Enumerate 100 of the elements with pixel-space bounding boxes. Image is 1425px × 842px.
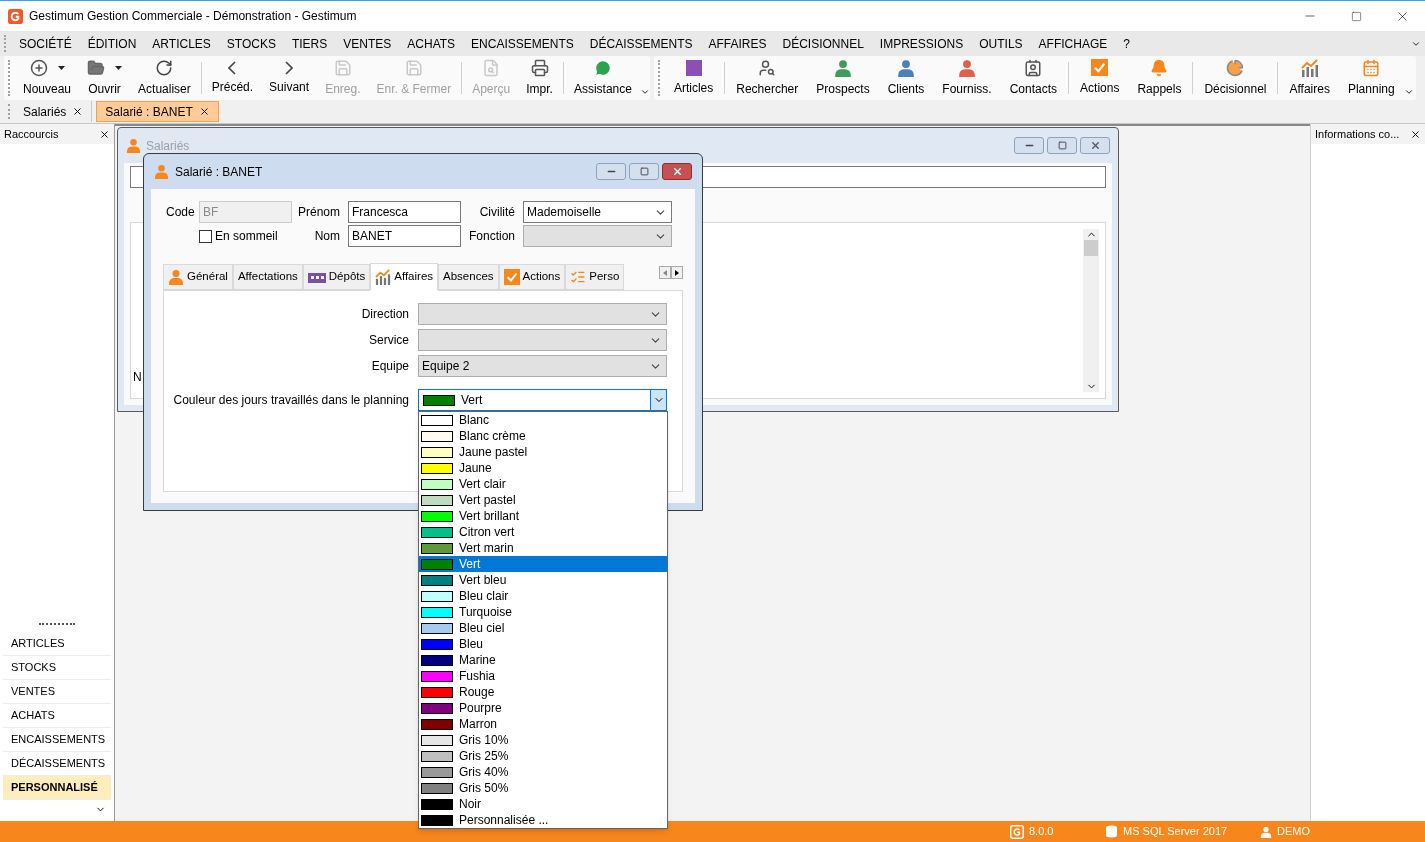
dropdown-field[interactable] — [418, 329, 667, 351]
menu-item[interactable]: IMPRESSIONS — [871, 34, 972, 53]
shortcut-item[interactable]: PERSONNALISÉ — [3, 776, 111, 800]
menu-item[interactable]: DÉCAISSEMENTS — [581, 34, 701, 53]
menu-item[interactable]: OUTILS — [971, 34, 1031, 53]
color-option[interactable]: Noir — [419, 796, 667, 812]
menu-item[interactable]: ACHATS — [399, 34, 464, 53]
toolbar-button[interactable]: Nouveau — [15, 56, 80, 100]
toolbar-button[interactable]: Rappels — [1128, 56, 1191, 100]
color-option[interactable]: Gris 40% — [419, 764, 667, 780]
form-tab[interactable]: Général — [163, 264, 233, 290]
close-button[interactable] — [1080, 137, 1110, 154]
scroll-right-button[interactable] — [671, 266, 683, 279]
color-option[interactable]: Personnalisée ... — [419, 812, 667, 828]
form-tab[interactable]: Affaires — [370, 263, 439, 291]
title-select[interactable]: Mademoiselle — [523, 201, 672, 223]
color-option[interactable]: Bleu — [419, 636, 667, 652]
color-option[interactable]: Vert — [419, 556, 667, 572]
toolbar-button[interactable]: Articles — [664, 56, 723, 100]
color-option[interactable]: Bleu clair — [419, 588, 667, 604]
form-tab[interactable]: Absences — [438, 264, 499, 290]
minimize-button[interactable] — [1014, 137, 1044, 154]
panel-title: Informations co... — [1315, 126, 1400, 142]
grip-icon — [8, 60, 11, 96]
minimize-button[interactable] — [596, 163, 626, 180]
menu-item[interactable]: VENTES — [335, 34, 400, 53]
toolbar-button[interactable]: Précéd. — [203, 56, 262, 100]
color-option[interactable]: Gris 50% — [419, 780, 667, 796]
color-option[interactable]: Citron vert — [419, 524, 667, 540]
toolbar-button[interactable]: Actions — [1071, 56, 1129, 100]
form-tab[interactable]: Actions — [498, 264, 566, 290]
color-select[interactable]: Vert — [418, 389, 667, 411]
dormant-checkbox[interactable]: En sommeil — [199, 227, 292, 245]
form-tab[interactable]: Perso — [565, 264, 625, 290]
status-text: 8.0.0 — [1029, 824, 1054, 840]
color-option[interactable]: Gris 10% — [419, 732, 667, 748]
toolbar-button[interactable]: Ouvrir — [79, 56, 131, 100]
toolbar-button[interactable]: Affaires — [1280, 56, 1339, 100]
color-option[interactable]: Fushia — [419, 668, 667, 684]
scrollbar-thumb[interactable] — [1084, 240, 1098, 256]
color-option[interactable]: Gris 25% — [419, 748, 667, 764]
menu-item[interactable]: STOCKS — [218, 34, 284, 53]
close-icon[interactable] — [99, 128, 110, 140]
restore-button[interactable] — [629, 163, 659, 180]
menu-item[interactable]: ARTICLES — [144, 34, 219, 53]
form-tab[interactable]: Affectations — [232, 264, 303, 290]
close-icon[interactable] — [1410, 128, 1421, 140]
field-label: Civilité — [478, 204, 515, 221]
restore-button[interactable] — [1047, 137, 1077, 154]
color-option[interactable]: Rouge — [419, 684, 667, 700]
field-label: Nom — [313, 228, 340, 245]
close-icon[interactable] — [72, 106, 84, 117]
person-icon — [154, 164, 169, 179]
toolbar-button[interactable]: Suivant — [261, 56, 318, 100]
document-tab[interactable]: Salariés — [15, 101, 93, 122]
color-option[interactable]: Pourpre — [419, 700, 667, 716]
color-option[interactable]: Vert clair — [419, 476, 667, 492]
color-option[interactable]: Jaune pastel — [419, 444, 667, 460]
toolbar-button[interactable]: Fourniss. — [933, 56, 1001, 100]
color-option[interactable]: Blanc crème — [419, 428, 667, 444]
color-option[interactable]: Turquoise — [419, 604, 667, 620]
toolbar-button[interactable]: Impr. — [518, 56, 561, 100]
color-option[interactable]: Blanc — [419, 412, 667, 428]
toolbar-button[interactable]: Décisionnel — [1195, 56, 1276, 100]
overflow-icon[interactable] — [1403, 87, 1414, 97]
close-icon[interactable] — [198, 106, 210, 117]
color-option[interactable]: Vert marin — [419, 540, 667, 556]
color-option[interactable]: Jaune — [419, 460, 667, 476]
color-option[interactable]: Marron — [419, 716, 667, 732]
toolbar-button[interactable]: Prospects — [807, 56, 879, 100]
menu-item[interactable]: ? — [1115, 34, 1138, 53]
scrollbar[interactable] — [1083, 229, 1099, 392]
menu-item[interactable]: AFFICHAGE — [1030, 34, 1116, 53]
color-option[interactable]: Bleu ciel — [419, 620, 667, 636]
toolbar-button[interactable]: Actualiser — [130, 56, 199, 100]
color-option[interactable]: Marine — [419, 652, 667, 668]
last-name-field[interactable]: BANET — [348, 225, 461, 247]
toolbar-button[interactable]: Clients — [878, 56, 934, 100]
dropdown-field[interactable]: Equipe 2 — [418, 355, 667, 377]
toolbar-button[interactable]: Assistance — [565, 56, 640, 100]
close-button[interactable] — [662, 163, 692, 180]
toolbar-button[interactable]: Contacts — [1000, 56, 1067, 100]
menu-item[interactable]: AFFAIRES — [700, 34, 775, 53]
overflow-icon[interactable] — [639, 87, 650, 97]
menu-item[interactable]: ÉDITION — [79, 34, 145, 53]
dropdown-field[interactable] — [418, 303, 667, 325]
color-option[interactable]: Vert bleu — [419, 572, 667, 588]
toolbar-button[interactable]: Planning — [1338, 56, 1404, 100]
toolbar-button[interactable]: Rechercher — [727, 56, 808, 100]
color-option[interactable]: Vert pastel — [419, 492, 667, 508]
form-tab[interactable]: Dépôts — [302, 264, 371, 290]
color-option[interactable]: Vert brillant — [419, 508, 667, 524]
square-icon — [685, 59, 702, 76]
document-tab[interactable]: Salarié : BANET — [96, 101, 219, 122]
menu-item[interactable]: ENCAISSEMENTS — [463, 34, 582, 53]
menu-item[interactable]: SOCIÉTÉ — [11, 34, 80, 53]
first-name-field[interactable]: Francesca — [348, 201, 461, 223]
grip-icon — [4, 35, 7, 52]
menu-item[interactable]: TIERS — [283, 34, 336, 53]
menu-item[interactable]: DÉCISIONNEL — [774, 34, 872, 53]
